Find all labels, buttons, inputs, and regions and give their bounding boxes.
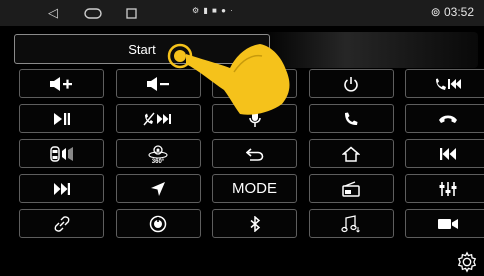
skip-previous-icon bbox=[439, 147, 457, 161]
call-previous-icon bbox=[434, 77, 462, 91]
mode-label: MODE bbox=[232, 180, 277, 197]
recents-icon[interactable] bbox=[126, 7, 137, 23]
phone-answer-button[interactable] bbox=[308, 104, 394, 133]
video-camera-icon bbox=[437, 217, 459, 231]
phone-answer-icon bbox=[343, 111, 359, 127]
link-icon bbox=[54, 215, 70, 232]
notification-icons: ⚙ ▮ ■ ● · bbox=[192, 6, 234, 15]
return-button[interactable] bbox=[212, 139, 297, 168]
gear-icon[interactable] bbox=[456, 251, 478, 273]
bluetooth-icon bbox=[249, 215, 261, 232]
bluetooth-button[interactable] bbox=[212, 209, 297, 238]
video-camera-button[interactable] bbox=[405, 209, 484, 238]
navigation-arrow-button[interactable] bbox=[115, 174, 201, 203]
mode-button[interactable]: MODE bbox=[212, 174, 297, 203]
back-icon[interactable]: ◁ bbox=[48, 5, 58, 21]
power-button[interactable] bbox=[308, 69, 394, 98]
clock-time: 03:52 bbox=[443, 5, 474, 19]
return-icon bbox=[245, 147, 264, 161]
skip-next-button[interactable] bbox=[19, 174, 104, 203]
home-outline-icon bbox=[342, 146, 360, 162]
svg-text:360°: 360° bbox=[152, 159, 165, 164]
link-button[interactable] bbox=[19, 209, 104, 238]
power-icon bbox=[343, 76, 359, 92]
status-bar: ◁ ⚙ ▮ ■ ● · ⊚ 03:52 bbox=[0, 0, 484, 26]
dial-icon bbox=[149, 215, 167, 233]
home-outline-button[interactable] bbox=[308, 139, 394, 168]
location-icon: ⊚ bbox=[430, 5, 444, 19]
skip-previous-button[interactable] bbox=[405, 139, 484, 168]
play-pause-button[interactable] bbox=[19, 104, 104, 133]
radio-button[interactable] bbox=[308, 174, 394, 203]
tap-hand-icon bbox=[167, 43, 290, 115]
volume-up-icon bbox=[49, 76, 75, 91]
volume-up-button[interactable] bbox=[19, 69, 104, 98]
equalizer-button[interactable] bbox=[405, 174, 484, 203]
camera-360-button[interactable]: 360° bbox=[115, 139, 201, 168]
radio-icon bbox=[341, 180, 361, 197]
phone-hangup-button[interactable] bbox=[405, 104, 484, 133]
dial-button[interactable] bbox=[115, 209, 201, 238]
home-icon[interactable] bbox=[84, 7, 102, 23]
music-icon bbox=[340, 214, 362, 233]
play-pause-icon bbox=[53, 112, 71, 126]
skip-next-icon bbox=[53, 182, 71, 196]
call-previous-button[interactable] bbox=[405, 69, 484, 98]
phone-hangup-icon bbox=[438, 113, 458, 125]
car-speaker-icon bbox=[49, 145, 75, 163]
car-speaker-button[interactable] bbox=[19, 139, 104, 168]
music-button[interactable] bbox=[308, 209, 394, 238]
camera-360-icon: 360° bbox=[147, 144, 169, 164]
equalizer-icon bbox=[439, 181, 457, 197]
clock: ⊚ 03:52 bbox=[431, 5, 474, 19]
navigation-arrow-icon bbox=[150, 181, 166, 197]
